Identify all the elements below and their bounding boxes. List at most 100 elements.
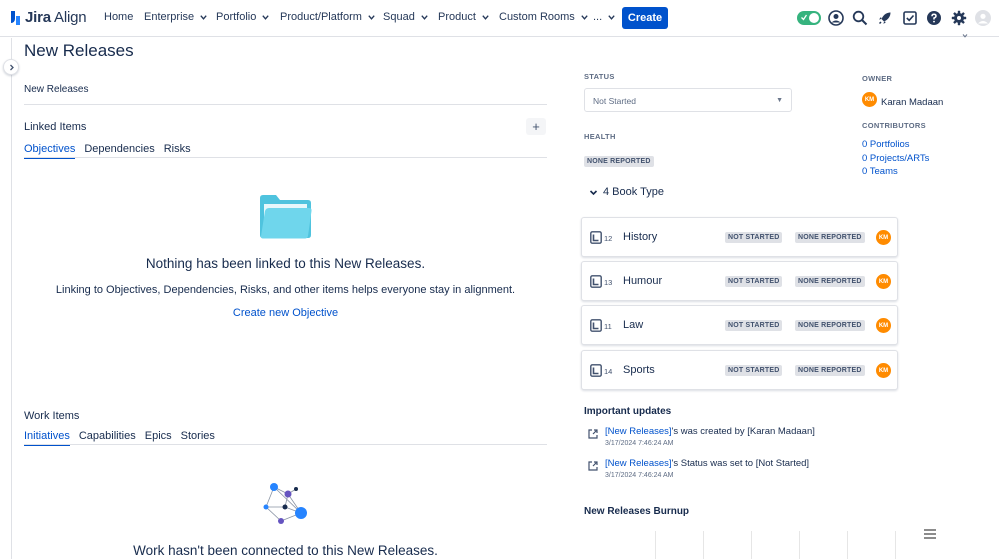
work-items-title: Work Items [24, 410, 80, 422]
book-card-law[interactable]: 11 Law NOT STARTED NONE REPORTED KM [581, 305, 898, 345]
book-number: 12 [604, 234, 613, 243]
gear-icon[interactable] [951, 10, 967, 26]
status-badge: NOT STARTED [725, 232, 783, 243]
important-updates-title: Important updates [584, 406, 672, 417]
nav-product[interactable]: Product [438, 11, 490, 23]
left-rail [11, 38, 12, 559]
top-navigation: Jira Align Home Enterprise Portfolio Pro… [0, 0, 999, 37]
chevron-down-icon[interactable] [962, 34, 968, 38]
chevron-down-icon [368, 14, 375, 20]
chart-gridline [799, 531, 800, 559]
health-badge: NONE REPORTED [795, 320, 865, 331]
nav-more[interactable]: ... [593, 11, 616, 23]
update-timestamp: 3/17/2024 7:46:24 AM [605, 440, 674, 447]
book-name[interactable]: Law [623, 319, 643, 331]
status-select[interactable]: Not Started ▼ [584, 88, 792, 112]
chart-gridline [895, 531, 896, 559]
expand-sidebar-button[interactable] [3, 59, 19, 75]
health-badge: NONE REPORTED [584, 156, 654, 167]
book-icon [590, 319, 602, 332]
help-icon[interactable] [926, 10, 942, 26]
chart-gridline [751, 531, 752, 559]
book-number: 14 [604, 367, 613, 376]
checkbox-icon[interactable] [902, 10, 918, 26]
health-badge: NONE REPORTED [795, 276, 865, 287]
linked-empty-title: Nothing has been linked to this New Rele… [145, 256, 426, 271]
chevron-down-icon [421, 14, 428, 20]
create-button[interactable]: Create [622, 7, 668, 29]
nav-portfolio[interactable]: Portfolio [216, 11, 270, 23]
chart-gridline [655, 531, 656, 559]
user-circle-icon[interactable] [828, 10, 844, 26]
divider [24, 104, 547, 105]
chart-gridline [847, 531, 848, 559]
jira-align-logo-icon [11, 10, 20, 25]
health-badge: NONE REPORTED [795, 232, 865, 243]
owner-name: Karan Madaan [881, 97, 944, 108]
linked-empty-description: Linking to Objectives, Dependencies, Ris… [55, 284, 516, 296]
chevron-down-icon [581, 14, 588, 20]
chevron-down-icon [608, 14, 615, 20]
toggle-icon[interactable] [797, 11, 821, 25]
update-icon [588, 461, 598, 471]
avatar[interactable]: KM [876, 230, 891, 245]
book-name[interactable]: Sports [623, 364, 655, 376]
owner-label: OWNER [862, 74, 893, 83]
chevron-down-icon [589, 189, 598, 195]
jira-align-logo[interactable]: Jira Align [9, 9, 87, 26]
book-card-sports[interactable]: 14 Sports NOT STARTED NONE REPORTED KM [581, 350, 898, 390]
search-icon[interactable] [852, 10, 868, 26]
check-icon [801, 14, 807, 21]
update-icon [588, 429, 598, 439]
contributors-label: CONTRIBUTORS [862, 121, 926, 130]
logo-text: Jira Align [25, 9, 87, 26]
caret-down-icon: ▼ [776, 97, 783, 104]
nav-custom-rooms[interactable]: Custom Rooms [499, 11, 589, 23]
page-description: New Releases [24, 84, 89, 95]
health-label: HEALTH [584, 132, 616, 141]
book-card-history[interactable]: 12 History NOT STARTED NONE REPORTED KM [581, 217, 898, 257]
network-icon [263, 483, 307, 524]
nav-home[interactable]: Home [104, 11, 133, 23]
book-type-toggle[interactable]: 4 Book Type [589, 186, 664, 198]
folder-icon [260, 195, 312, 239]
add-linked-item-button[interactable]: + [526, 118, 546, 135]
portfolios-link[interactable]: 0 Portfolios [862, 139, 910, 150]
update-link[interactable]: [New Releases] [605, 426, 672, 437]
health-badge: NONE REPORTED [795, 365, 865, 376]
linked-items-title: Linked Items [24, 121, 87, 133]
projects-link[interactable]: 0 Projects/ARTs [862, 153, 929, 164]
status-badge: NOT STARTED [725, 276, 783, 287]
nav-product-platform[interactable]: Product/Platform [280, 11, 376, 23]
book-icon [590, 275, 602, 288]
status-badge: NOT STARTED [725, 365, 783, 376]
status-label: STATUS [584, 72, 615, 81]
book-number: 11 [604, 322, 612, 331]
book-number: 13 [604, 278, 613, 287]
teams-link[interactable]: 0 Teams [862, 166, 898, 177]
chart-gridline [703, 531, 704, 559]
avatar[interactable]: KM [876, 274, 891, 289]
page-title: New Releases [24, 41, 134, 60]
owner-avatar[interactable]: KM [862, 92, 877, 107]
nav-squad[interactable]: Squad [383, 11, 429, 23]
book-name[interactable]: Humour [623, 275, 662, 287]
rocket-icon[interactable] [877, 10, 893, 26]
book-icon [590, 364, 602, 377]
avatar[interactable]: KM [876, 363, 891, 378]
avatar-icon[interactable] [975, 10, 991, 26]
nav-enterprise[interactable]: Enterprise [144, 11, 208, 23]
burnup-title: New Releases Burnup [584, 506, 690, 517]
book-card-humour[interactable]: 13 Humour NOT STARTED NONE REPORTED KM [581, 261, 898, 301]
book-name[interactable]: History [623, 231, 657, 243]
hamburger-menu-icon[interactable] [924, 529, 936, 539]
update-text: [New Releases]'s Status was set to [Not … [605, 458, 810, 469]
status-value: Not Started [593, 96, 636, 106]
avatar[interactable]: KM [876, 318, 891, 333]
tabs-divider [24, 444, 547, 445]
update-link[interactable]: [New Releases] [605, 458, 672, 469]
create-objective-link[interactable]: Create new Objective [12, 307, 559, 319]
book-type-header: 4 Book Type [603, 186, 664, 198]
tabs-divider [24, 157, 547, 158]
chevron-down-icon [262, 14, 270, 20]
